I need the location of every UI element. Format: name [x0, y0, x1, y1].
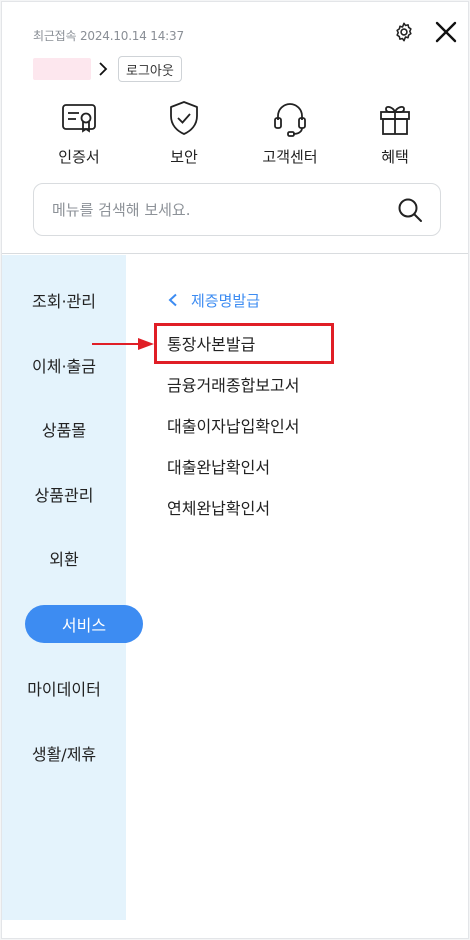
menu-panel: 최근접속 2024.10.14 14:37 로그아웃 인증서 보안 고객센터 혜… — [1, 1, 469, 939]
breadcrumb-label: 제증명발급 — [191, 291, 261, 310]
quick-benefits[interactable]: 혜택 — [350, 98, 440, 167]
quick-label-certificate: 인증서 — [58, 148, 100, 166]
sidebar-item-product-management[interactable]: 상품관리 — [2, 476, 126, 512]
sidebar-item-mydata[interactable]: 마이데이터 — [2, 670, 126, 706]
sidebar-item-transfer[interactable]: 이체·출금 — [2, 347, 126, 383]
submenu-item-overdue-paid-certificate[interactable]: 연체완납확인서 — [167, 493, 270, 521]
search-icon[interactable] — [396, 196, 424, 224]
quick-customer-center[interactable]: 고객센터 — [245, 98, 335, 167]
sidebar-item-forex[interactable]: 외환 — [2, 540, 126, 576]
user-name-masked[interactable] — [33, 58, 91, 80]
last-login-text: 최근접속 2024.10.14 14:37 — [33, 29, 184, 43]
quick-label-customer-center: 고객센터 — [262, 148, 318, 166]
chevron-right-icon[interactable] — [96, 61, 110, 77]
menu-header: 최근접속 2024.10.14 14:37 로그아웃 인증서 보안 고객센터 혜… — [2, 2, 468, 254]
gear-icon[interactable] — [393, 21, 415, 43]
quick-label-benefits: 혜택 — [381, 148, 409, 166]
sidebar-item-service[interactable]: 서비스 — [25, 605, 143, 643]
quick-label-security: 보안 — [170, 148, 198, 166]
highlight-box — [154, 323, 334, 364]
quick-certificate[interactable]: 인증서 — [34, 98, 124, 167]
submenu-item-loan-paid-certificate[interactable]: 대출완납확인서 — [167, 452, 270, 480]
logout-button[interactable]: 로그아웃 — [118, 56, 182, 82]
sidebar-item-inquiry[interactable]: 조회·관리 — [2, 282, 126, 318]
certificate-icon — [62, 104, 96, 133]
sidebar-item-lifestyle[interactable]: 생활/제휴 — [2, 735, 126, 771]
pointer-arrow-icon — [92, 338, 154, 350]
submenu-item-loan-interest-certificate[interactable]: 대출이자납입확인서 — [167, 411, 299, 439]
headset-icon — [274, 103, 306, 137]
shield-check-icon — [170, 101, 198, 135]
gift-icon — [380, 105, 410, 135]
user-row: 로그아웃 — [33, 56, 182, 82]
menu-search-box — [33, 183, 441, 236]
breadcrumb-back[interactable]: 제증명발급 — [167, 288, 260, 312]
quick-security[interactable]: 보안 — [139, 98, 229, 167]
sidebar-item-products[interactable]: 상품몰 — [2, 411, 126, 447]
close-icon[interactable] — [433, 19, 459, 45]
search-input[interactable] — [52, 184, 392, 235]
submenu-item-financial-report[interactable]: 금융거래종합보고서 — [167, 370, 299, 398]
chevron-left-icon — [168, 293, 177, 307]
